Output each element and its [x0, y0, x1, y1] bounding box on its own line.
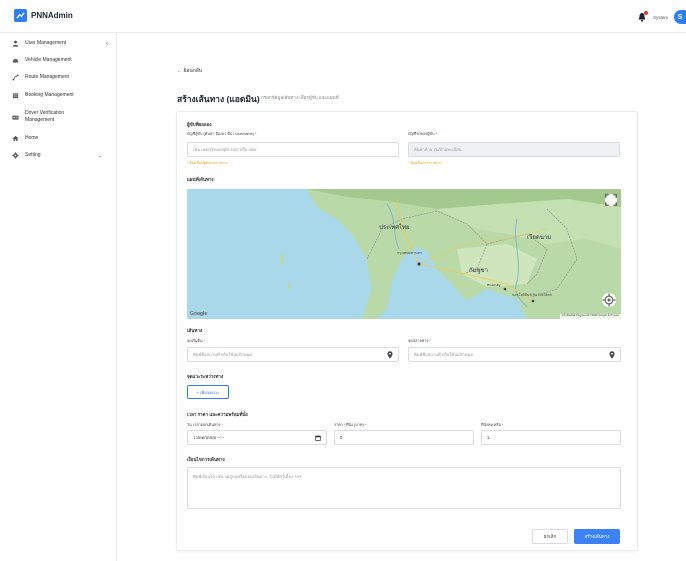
map-label-bangkok: กรุงเทพมหานคร [397, 251, 422, 255]
map-section-heading: แผนที่เส้นทาง [187, 177, 214, 182]
back-link[interactable]: ← ย้อนกลับ [177, 67, 202, 75]
price-label: ราคา / ที่นั่ง (บาท) * [334, 423, 367, 427]
booking-icon [12, 92, 19, 99]
map-label-ho-chi-minh: นครโฮจิมินห์ Ho Chi Minh [512, 293, 552, 297]
price-input[interactable]: 0 [334, 430, 474, 445]
page-subtitle: กรอกข้อมูลเส้นทาง เลือกผู้ขับ และแผนที่ [261, 95, 339, 100]
start-point-input[interactable]: พิมพ์ชื่อสถานที่ หรือใช้ปุ่มปักหมุด [187, 347, 399, 362]
conditions-section-heading: เงื่อนไขการเดินทาง [187, 457, 225, 462]
sidebar-item-driver-verification[interactable]: Driver Verification Management [12, 110, 92, 123]
departure-datetime-value: วว/ดด/ปปปป --:-- [193, 435, 225, 440]
seats-label: ที่นั่งคงเหลือ * [481, 423, 504, 427]
sidebar-item-label: Home [25, 135, 39, 141]
conditions-textarea[interactable]: พิมพ์เงื่อนไข เช่น งดสูบบุหรี่ตลอดเส้นทา… [187, 467, 621, 509]
start-point-label: จุดเริ่มต้น * [187, 339, 206, 343]
map-attribution[interactable]: แป้นพิมพ์ลัด ข้อมูลแผนที่ ©2025 Google ข… [559, 314, 621, 319]
sidebar-item-setting[interactable]: Setting [12, 152, 41, 159]
add-stop-button[interactable]: + เพิ่มจุดแวะ [187, 385, 229, 399]
my-location-icon[interactable] [602, 293, 616, 307]
vehicle-hint: * ต้องเลือกจากรายการ [408, 161, 442, 165]
sidebar-item-vehicle-management[interactable]: Vehicle Management [12, 57, 72, 64]
end-point-label: จุดปลายทาง * [408, 339, 431, 343]
calendar-icon[interactable] [315, 435, 321, 441]
sidebar-item-booking-management[interactable]: Booking Management [12, 92, 74, 99]
user-name[interactable]: System [653, 15, 668, 20]
sidebar-item-label: Booking Management [25, 92, 74, 98]
sidebar-item-label: Route Management [25, 74, 69, 80]
chevron-down-icon[interactable]: ⌄ [98, 153, 102, 159]
date-label: วัน เวลาออกเดินทาง * [187, 423, 223, 427]
driver-account-label: บัญชีผู้ขับ (ค้นหา อีเมล / ชื่อ / Userna… [187, 132, 257, 136]
driver-section-heading: ผู้ขับที่ผลลอง [187, 122, 212, 127]
sidebar-item-label: Driver Verification Management [25, 110, 65, 123]
seats-input[interactable]: 1 [481, 430, 621, 445]
time-section-heading: เวลา ราคา และความพร้อมที่นั่ง [187, 412, 248, 417]
sidebar-item-label: User Management [25, 40, 67, 46]
vehicle-search-input[interactable]: ค้นหาด้วย รุ่น/ป้ายทะเบียน [408, 142, 620, 157]
seats-value: 1 [487, 435, 490, 440]
home-icon [12, 135, 19, 142]
brand-name: PNNAdmin [31, 11, 73, 20]
car-icon [12, 57, 19, 64]
route-section-heading: เส้นทาง [187, 328, 203, 333]
start-point-placeholder: พิมพ์ชื่อสถานที่ หรือใช้ปุ่มปักหมุด [193, 352, 253, 357]
top-bar: PNNAdmin System S [0, 0, 686, 33]
sidebar-item-label: Setting [25, 152, 41, 158]
departure-datetime-input[interactable]: วว/ดด/ปปปป --:-- [187, 430, 327, 445]
page-title: สร้างเส้นทาง (แอดมิน) [177, 94, 260, 104]
sidebar-item-home[interactable]: Home [12, 135, 38, 142]
end-point-placeholder: พิมพ์ชื่อสถานที่ หรือใช้ปุ่มปักหมุด [414, 352, 474, 357]
map-pin-icon[interactable] [387, 351, 393, 359]
notification-dot [643, 11, 648, 15]
sidebar-item-label: Vehicle Management [25, 57, 72, 63]
vehicle-account-label: บัญชีรถของผู้ขับ * [408, 132, 438, 136]
collapse-sidebar-icon[interactable]: ‹ [106, 41, 108, 47]
brand-logo-icon [14, 9, 27, 22]
top-right-area: System S [637, 10, 686, 24]
cancel-button[interactable]: ยกเลิก [532, 529, 568, 544]
avatar[interactable]: S [674, 10, 686, 24]
price-value: 0 [340, 435, 343, 440]
user-icon [12, 40, 19, 47]
map-label-cambodia: กัมพูชา [469, 268, 488, 274]
map-pin-icon[interactable] [609, 351, 615, 359]
fullscreen-icon[interactable] [605, 194, 617, 206]
notification-bell-icon[interactable] [637, 11, 648, 22]
map-label-vietnam: เวียดนาม [527, 235, 552, 241]
route-icon [12, 74, 19, 81]
driver-hint: * ต้องเลือกผู้ขับจากรายการ [187, 161, 228, 165]
google-logo: Google [190, 311, 208, 317]
sidebar-item-user-management[interactable]: User Management [12, 40, 66, 47]
create-route-button[interactable]: สร้างเส้นทาง [574, 529, 620, 544]
end-point-input[interactable]: พิมพ์ชื่อสถานที่ หรือใช้ปุ่มปักหมุด [408, 347, 621, 362]
sidebar-item-route-management[interactable]: Route Management [12, 74, 69, 81]
map-label-phnom-penh: พนมเปญ [487, 283, 501, 287]
stops-section-heading: จุดแวะระหว่างทาง [187, 374, 224, 379]
driver-search-input[interactable]: เช่น user@example.com หรือ user [187, 142, 399, 157]
brand[interactable]: PNNAdmin [14, 9, 73, 22]
map-label-thailand: ประเทศไทย [379, 225, 410, 231]
id-card-icon [12, 114, 19, 121]
route-map[interactable]: ประเทศไทย กรุงเทพมหานคร กัมพูชา เวียดนาม… [187, 189, 621, 319]
gear-icon [12, 152, 19, 159]
